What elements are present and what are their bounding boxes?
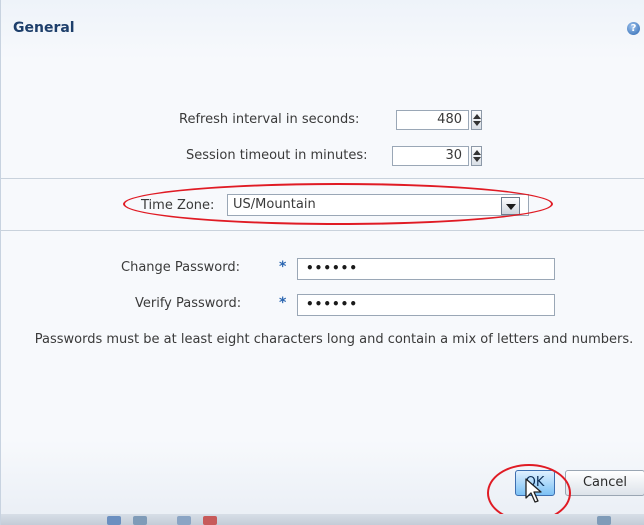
required-indicator: * <box>279 259 287 275</box>
refresh-interval-input[interactable]: 480 <box>396 110 469 130</box>
section-divider <box>1 178 644 179</box>
section-divider <box>1 230 644 231</box>
taskbar-strip <box>1 514 644 525</box>
verify-password-label: Verify Password: <box>135 296 242 311</box>
cancel-button[interactable]: Cancel <box>565 470 644 496</box>
refresh-interval-label: Refresh interval in seconds: <box>179 112 360 127</box>
toolbar-icon <box>597 516 611 525</box>
session-timeout-spinner[interactable] <box>471 146 482 166</box>
refresh-interval-spinner[interactable] <box>471 110 482 130</box>
toolbar-icon <box>203 516 217 525</box>
toolbar-icon <box>107 516 121 525</box>
verify-password-field[interactable]: •••••• <box>297 294 555 316</box>
help-icon[interactable]: ? <box>627 22 640 35</box>
toolbar-icon <box>177 516 191 525</box>
general-dialog: General ? Refresh interval in seconds: 4… <box>0 0 644 525</box>
spin-up-icon[interactable] <box>473 114 481 119</box>
spin-down-icon[interactable] <box>473 121 481 126</box>
spin-down-icon[interactable] <box>473 157 481 162</box>
spin-up-icon[interactable] <box>473 150 481 155</box>
mouse-pointer-icon <box>525 478 542 503</box>
timezone-highlight-annotation <box>123 183 553 225</box>
change-password-label: Change Password: <box>121 260 241 275</box>
required-indicator: * <box>279 295 287 311</box>
session-timeout-input[interactable]: 30 <box>392 146 469 166</box>
change-password-field[interactable]: •••••• <box>297 258 555 280</box>
toolbar-icon <box>133 516 147 525</box>
dialog-title: General <box>13 20 75 36</box>
password-hint: Passwords must be at least eight charact… <box>34 332 634 347</box>
session-timeout-label: Session timeout in minutes: <box>186 148 368 163</box>
